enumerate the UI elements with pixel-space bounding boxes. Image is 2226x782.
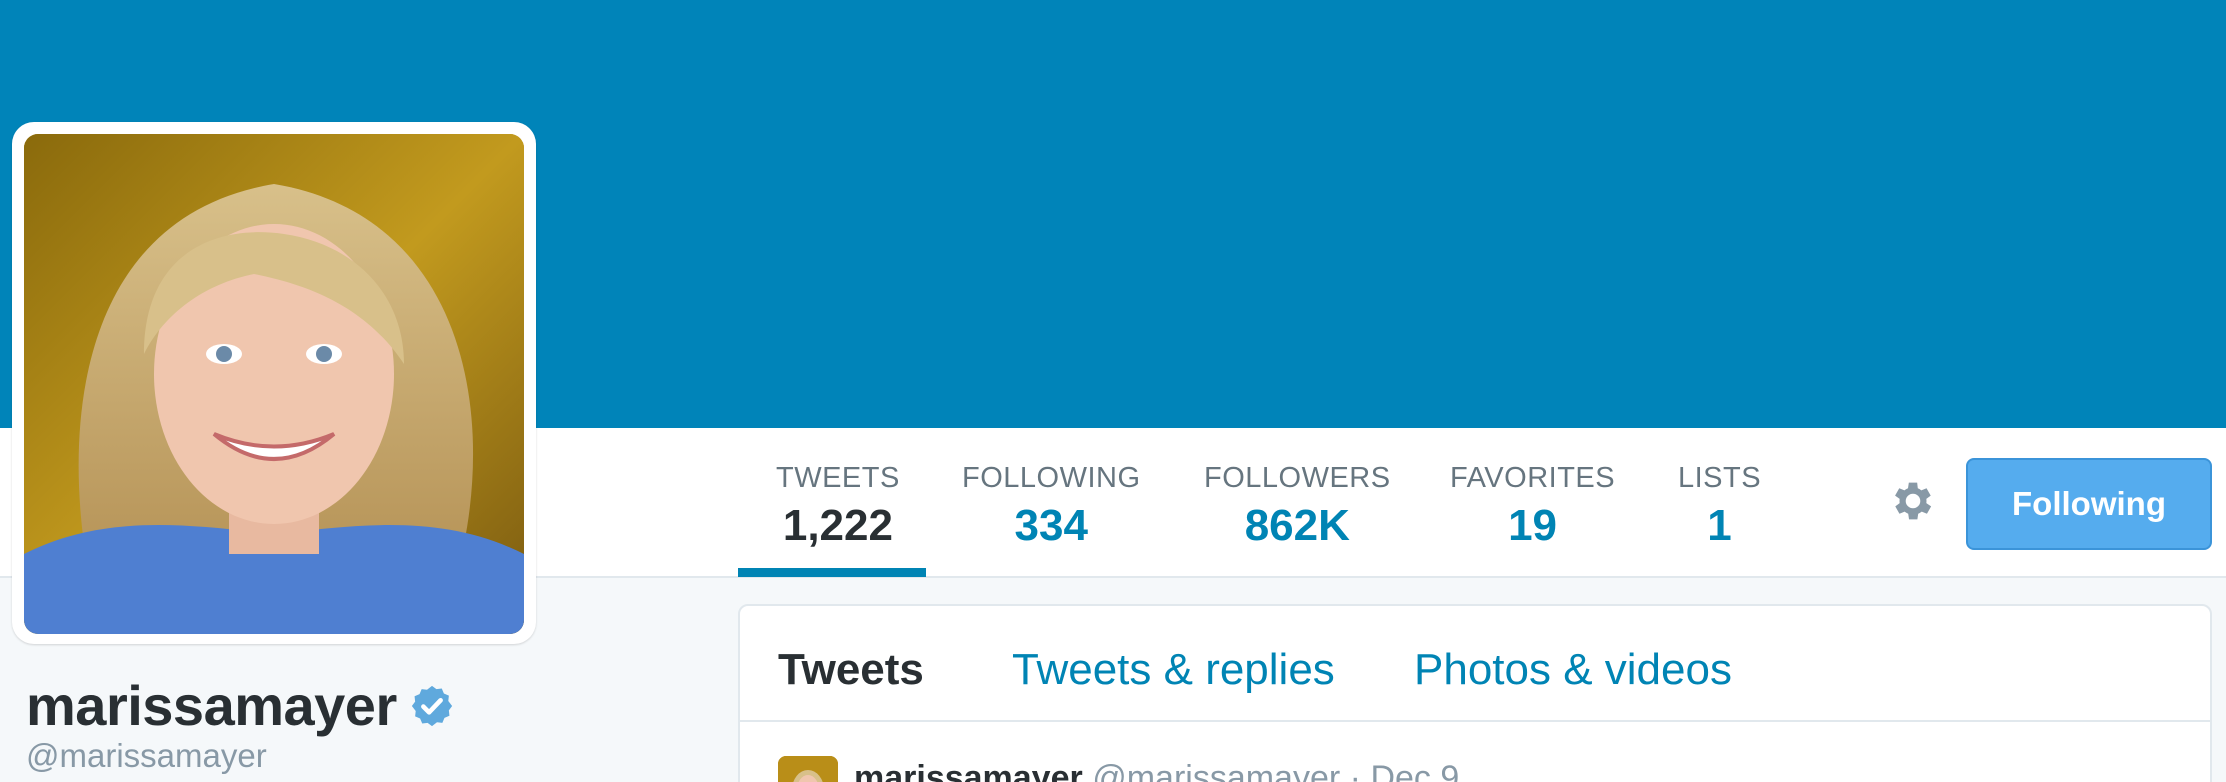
stat-tweets-value: 1,222 [782, 501, 893, 550]
stat-tweets-label: TWEETS [776, 462, 900, 494]
following-button[interactable]: Following [1966, 458, 2212, 550]
tweet-header: marissamayer @marissamayer · Dec 9 [854, 756, 1459, 782]
stat-favorites[interactable]: FAVORITES 19 [1450, 460, 1615, 552]
profile-name-row: marissamayer [26, 672, 455, 740]
tab-photos-and-videos[interactable]: Photos & videos [1414, 644, 1732, 696]
timeline-tabs: Tweets Tweets & replies Photos & videos [740, 606, 2210, 722]
tweet-separator: · [1349, 759, 1361, 782]
tab-tweets-and-replies[interactable]: Tweets & replies [1012, 644, 1335, 696]
active-stat-indicator [738, 568, 926, 577]
stat-tweets[interactable]: TWEETS 1,222 [776, 460, 900, 552]
stat-followers-value: 862K [1244, 501, 1350, 550]
profile-display-name[interactable]: marissamayer [26, 672, 397, 740]
avatar[interactable] [24, 134, 524, 634]
tweet-author-name[interactable]: marissamayer [854, 759, 1083, 782]
stat-lists-label: LISTS [1678, 462, 1762, 494]
profile-handle: @marissamayer [26, 737, 267, 774]
tweet-avatar[interactable] [778, 756, 838, 782]
tweet-date[interactable]: Dec 9 [1370, 759, 1459, 782]
stat-favorites-label: FAVORITES [1450, 462, 1616, 494]
timeline-panel: Tweets Tweets & replies Photos & videos … [738, 604, 2212, 782]
stat-lists[interactable]: LISTS 1 [1678, 460, 1761, 552]
gear-icon[interactable] [1888, 476, 1938, 526]
tweet-author-handle[interactable]: @marissamayer [1092, 759, 1340, 782]
stat-followers[interactable]: FOLLOWERS 862K [1204, 460, 1391, 552]
stat-following-label: FOLLOWING [962, 462, 1141, 494]
stat-following-value: 334 [1014, 501, 1088, 550]
avatar-frame [12, 122, 536, 644]
stat-following[interactable]: FOLLOWING 334 [962, 460, 1141, 552]
stat-followers-label: FOLLOWERS [1204, 462, 1391, 494]
profile-page: TWEETS 1,222 FOLLOWING 334 FOLLOWERS 862… [0, 0, 2226, 782]
stat-favorites-value: 19 [1508, 501, 1558, 550]
stat-lists-value: 1 [1707, 501, 1732, 550]
tab-tweets[interactable]: Tweets [778, 644, 924, 696]
verified-badge-icon [409, 683, 455, 729]
